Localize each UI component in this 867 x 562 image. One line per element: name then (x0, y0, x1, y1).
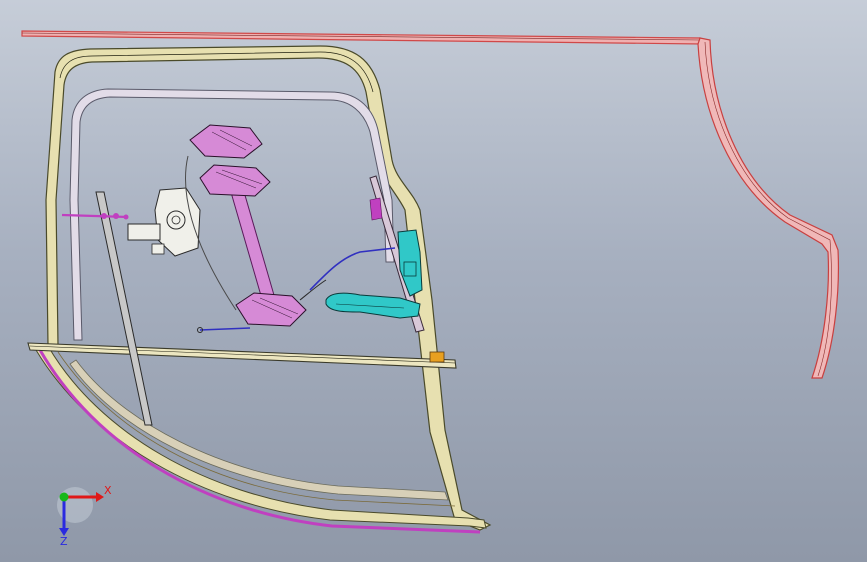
lower-sash (35, 345, 487, 534)
coordinate-triad: X Z (57, 484, 112, 548)
cad-viewport[interactable]: X Z (0, 0, 867, 562)
regulator-arm (189, 124, 307, 327)
rail-bracket-magenta (369, 197, 383, 221)
triad-disc (57, 487, 93, 523)
y-axis-dot (59, 492, 69, 502)
belt-clip-bracket (429, 351, 445, 363)
regulator-motor (127, 187, 201, 257)
door-assembly-drawing: X Z (21, 30, 840, 548)
handle-cable (299, 247, 396, 301)
quarter-panel-edge (697, 37, 840, 379)
belt-line-strip (27, 342, 457, 369)
x-axis-arrow (96, 492, 104, 502)
roof-rail (21, 30, 703, 45)
z-axis-label: Z (60, 535, 68, 548)
x-axis-label: X (104, 484, 112, 497)
